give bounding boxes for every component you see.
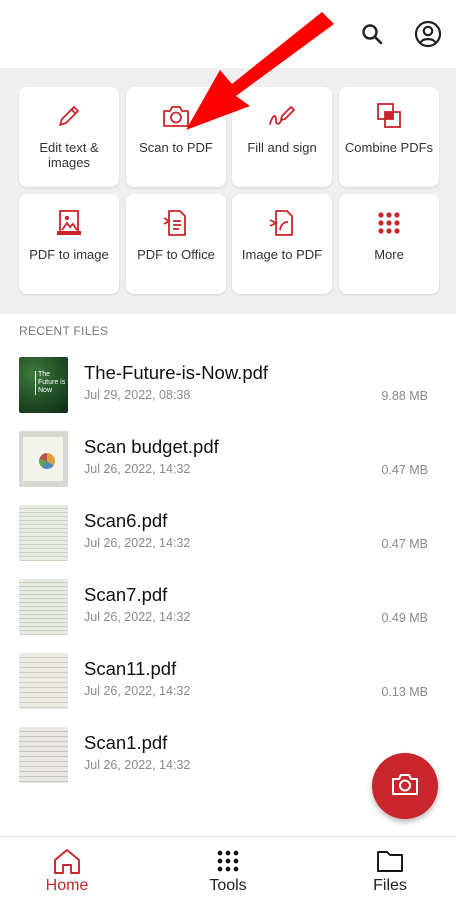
tool-image-to-pdf[interactable]: Image to PDF xyxy=(232,194,332,294)
tool-pdf-to-image[interactable]: PDF to image xyxy=(19,194,119,294)
file-thumbnail xyxy=(19,579,68,635)
file-row[interactable]: Scan11.pdf Jul 26, 2022, 14:32 0.13 MB xyxy=(0,653,456,727)
search-icon[interactable] xyxy=(356,18,388,50)
folder-icon xyxy=(375,847,405,875)
file-thumbnail: The Future is Now xyxy=(19,357,68,413)
file-name: Scan11.pdf xyxy=(84,658,177,679)
tool-edit-text[interactable]: Edit text & images xyxy=(19,87,119,187)
file-size: 0.47 MB xyxy=(381,463,428,477)
tool-label: PDF to Office xyxy=(137,247,215,262)
camera-icon xyxy=(161,101,191,131)
sign-pen-icon xyxy=(267,101,297,131)
scan-fab-button[interactable] xyxy=(372,753,438,819)
file-date: Jul 26, 2022, 14:32 xyxy=(84,758,191,772)
file-row[interactable]: Scan7.pdf Jul 26, 2022, 14:32 0.49 MB xyxy=(0,579,456,653)
file-date: Jul 26, 2022, 14:32 xyxy=(84,684,191,698)
nav-label: Files xyxy=(373,877,407,894)
tool-label: Fill and sign xyxy=(247,140,317,155)
pencil-icon xyxy=(54,101,84,131)
tool-scan-to-pdf[interactable]: Scan to PDF xyxy=(126,87,226,187)
pdf-image-icon xyxy=(54,208,84,238)
bottom-navigation: Home Tools Files xyxy=(0,836,456,902)
grid-dots-icon xyxy=(374,208,404,238)
file-name: Scan7.pdf xyxy=(84,584,168,605)
tool-more[interactable]: More xyxy=(339,194,439,294)
nav-files[interactable]: Files xyxy=(330,837,450,902)
file-size: 0.49 MB xyxy=(381,611,428,625)
nav-label: Tools xyxy=(209,877,247,894)
tool-pdf-to-office[interactable]: PDF to Office xyxy=(126,194,226,294)
file-date: Jul 29, 2022, 08:38 xyxy=(84,388,191,402)
pdf-office-icon xyxy=(161,208,191,238)
file-name: The-Future-is-Now.pdf xyxy=(84,362,269,383)
file-size: 0.47 MB xyxy=(381,537,428,551)
file-thumbnail xyxy=(19,431,68,487)
nav-label: Home xyxy=(45,877,89,894)
account-circle-icon[interactable] xyxy=(412,18,444,50)
file-row[interactable]: Scan6.pdf Jul 26, 2022, 14:32 0.47 MB xyxy=(0,505,456,579)
camera-icon xyxy=(390,771,420,802)
combine-icon xyxy=(374,101,404,131)
file-name: Scan1.pdf xyxy=(84,732,168,753)
recent-files-heading: RECENT FILES xyxy=(19,324,109,338)
tool-label: Image to PDF xyxy=(241,247,323,262)
tool-label: PDF to image xyxy=(29,247,109,262)
tool-combine-pdfs[interactable]: Combine PDFs xyxy=(339,87,439,187)
home-icon xyxy=(52,847,82,875)
file-name: Scan budget.pdf xyxy=(84,436,219,457)
top-bar xyxy=(0,0,456,68)
tool-fill-and-sign[interactable]: Fill and sign xyxy=(232,87,332,187)
grid-dots-icon xyxy=(217,847,239,875)
nav-home[interactable]: Home xyxy=(7,837,127,902)
file-size: 0.13 MB xyxy=(381,685,428,699)
file-date: Jul 26, 2022, 14:32 xyxy=(84,462,191,476)
tool-label: Scan to PDF xyxy=(139,140,213,155)
file-size: 9.88 MB xyxy=(381,389,428,403)
file-date: Jul 26, 2022, 14:32 xyxy=(84,536,191,550)
file-date: Jul 26, 2022, 14:32 xyxy=(84,610,191,624)
file-thumbnail xyxy=(19,653,68,709)
file-name: Scan6.pdf xyxy=(84,510,168,531)
tool-label: Edit text & images xyxy=(39,140,99,170)
nav-tools[interactable]: Tools xyxy=(168,837,288,902)
tool-label: More xyxy=(374,247,404,262)
file-row[interactable]: The Future is Now The-Future-is-Now.pdf … xyxy=(0,357,456,431)
image-pdf-icon xyxy=(267,208,297,238)
file-row[interactable]: Scan budget.pdf Jul 26, 2022, 14:32 0.47… xyxy=(0,431,456,505)
file-thumbnail xyxy=(19,727,68,783)
thumbnail-caption: The Future is Now xyxy=(35,371,67,395)
tools-grid: Edit text & images Scan to PDF Fill and … xyxy=(0,68,456,314)
tool-label: Combine PDFs xyxy=(344,140,434,155)
file-thumbnail xyxy=(19,505,68,561)
